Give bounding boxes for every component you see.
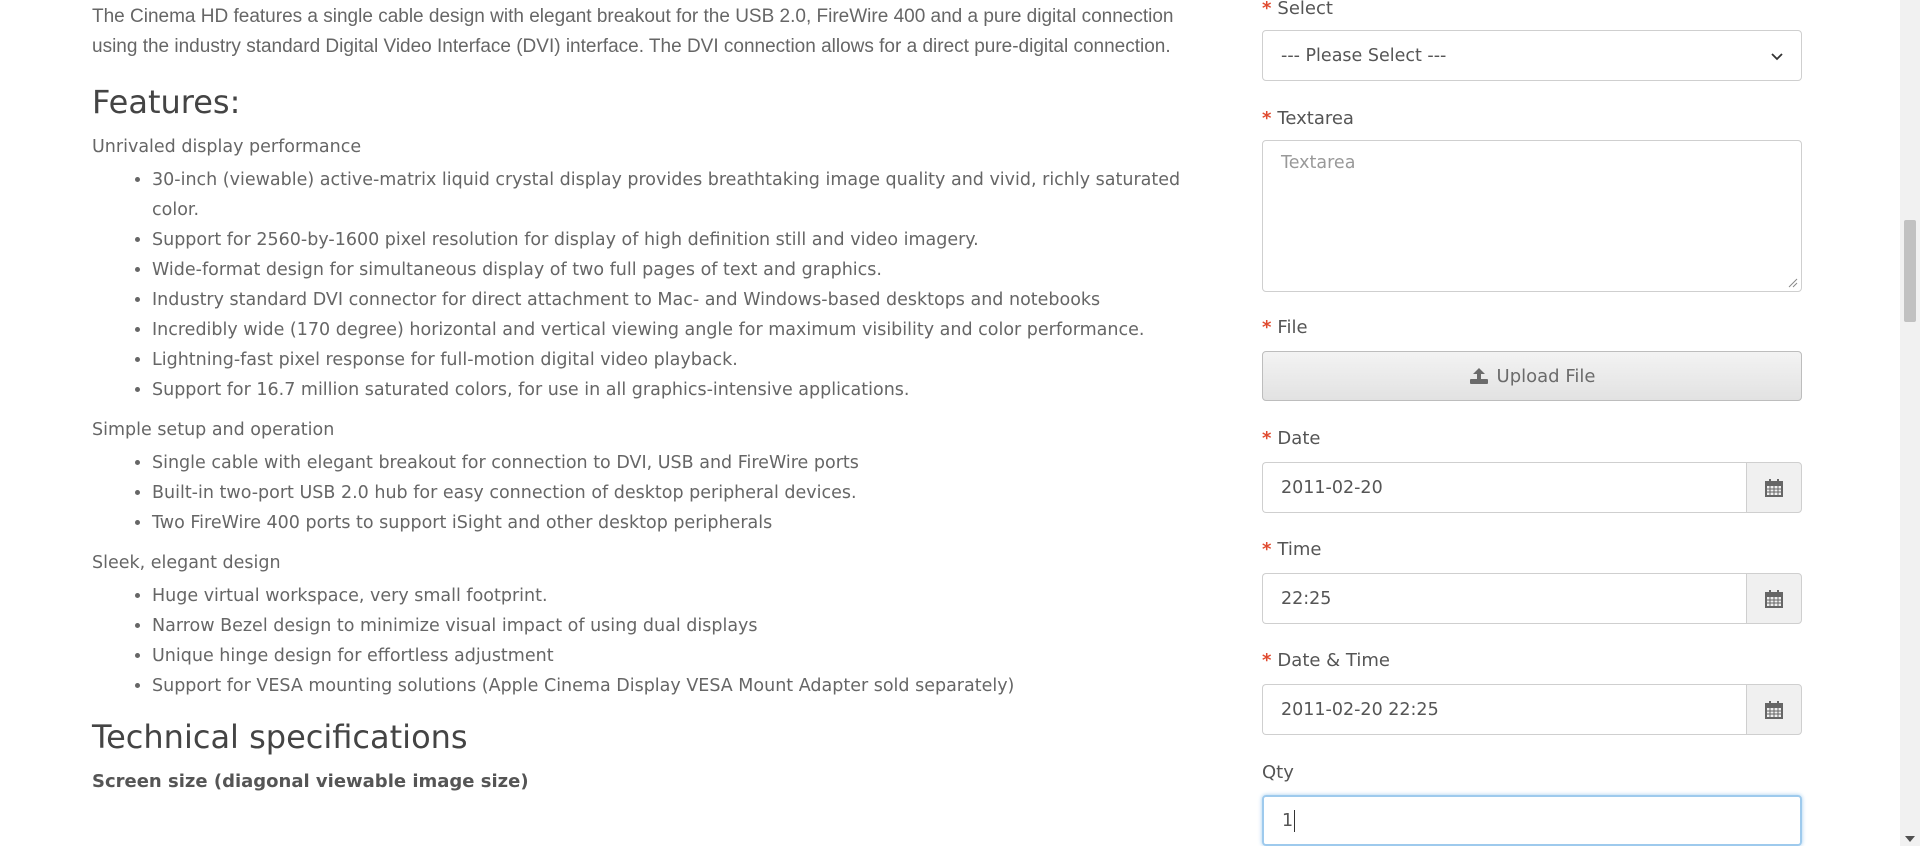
- upload-file-button[interactable]: Upload File: [1262, 351, 1802, 401]
- datetime-input-group: 2011-02-20 22:25: [1262, 684, 1802, 735]
- scroll-down-arrow-icon[interactable]: [1905, 836, 1915, 842]
- select-value: --- Please Select ---: [1281, 45, 1447, 66]
- date-label: * Date: [1262, 428, 1321, 449]
- required-marker: *: [1262, 539, 1272, 560]
- page-scrollbar[interactable]: [1900, 0, 1920, 846]
- calendar-icon: [1765, 478, 1783, 497]
- list-item: Built-in two-port USB 2.0 hub for easy c…: [152, 478, 1222, 508]
- file-label: * File: [1262, 317, 1308, 338]
- list-item: Unique hinge design for effortless adjus…: [152, 641, 1222, 671]
- datetime-label: * Date & Time: [1262, 650, 1390, 671]
- screen-size-label: Screen size (diagonal viewable image siz…: [92, 771, 529, 792]
- list-item: Huge virtual workspace, very small footp…: [152, 581, 1222, 611]
- feature-list: Single cable with elegant breakout for c…: [92, 448, 1222, 538]
- option-select[interactable]: --- Please Select ---: [1262, 30, 1802, 81]
- time-input-group: 22:25: [1262, 573, 1802, 624]
- qty-input[interactable]: 1: [1262, 795, 1802, 846]
- list-item: Wide-format design for simultaneous disp…: [152, 255, 1222, 285]
- list-item: Industry standard DVI connector for dire…: [152, 285, 1222, 315]
- time-label: * Time: [1262, 539, 1322, 560]
- option-textarea[interactable]: Textarea: [1262, 140, 1802, 292]
- select-label: * Select: [1262, 0, 1333, 19]
- calendar-icon: [1765, 700, 1783, 719]
- qty-label: Qty: [1262, 762, 1294, 783]
- time-calendar-button[interactable]: [1746, 573, 1802, 624]
- resize-grip-icon[interactable]: [1788, 278, 1798, 288]
- feature-group-title: Unrivaled display performance: [92, 137, 362, 157]
- scrollbar-thumb[interactable]: [1904, 220, 1916, 322]
- time-input[interactable]: 22:25: [1262, 573, 1746, 624]
- tech-specs-heading: Technical specifications: [92, 718, 468, 756]
- required-marker: *: [1262, 650, 1272, 671]
- chevron-down-icon: [1771, 52, 1783, 60]
- list-item: Lightning-fast pixel response for full-m…: [152, 345, 1222, 375]
- list-item: Narrow Bezel design to minimize visual i…: [152, 611, 1222, 641]
- list-item: Support for 16.7 million saturated color…: [152, 375, 1222, 405]
- qty-value: 1: [1282, 810, 1294, 831]
- required-marker: *: [1262, 0, 1272, 19]
- date-calendar-button[interactable]: [1746, 462, 1802, 513]
- description-intro: The Cinema HD features a single cable de…: [92, 6, 1174, 57]
- list-item: 30-inch (viewable) active-matrix liquid …: [152, 165, 1222, 225]
- upload-icon: [1469, 368, 1488, 384]
- text-cursor: [1294, 809, 1296, 832]
- list-item: Single cable with elegant breakout for c…: [152, 448, 1222, 478]
- features-heading: Features:: [92, 83, 241, 121]
- list-item: Support for VESA mounting solutions (App…: [152, 671, 1222, 701]
- list-item: Incredibly wide (170 degree) horizontal …: [152, 315, 1222, 345]
- feature-list: 30-inch (viewable) active-matrix liquid …: [92, 165, 1222, 405]
- date-input[interactable]: 2011-02-20: [1262, 462, 1746, 513]
- datetime-calendar-button[interactable]: [1746, 684, 1802, 735]
- feature-group-title: Sleek, elegant design: [92, 553, 281, 573]
- product-description: The Cinema HD features a single cable de…: [92, 0, 1222, 792]
- feature-list: Huge virtual workspace, very small footp…: [92, 581, 1222, 701]
- date-input-group: 2011-02-20: [1262, 462, 1802, 513]
- feature-group-title: Simple setup and operation: [92, 420, 335, 440]
- upload-file-label: Upload File: [1496, 365, 1596, 387]
- required-marker: *: [1262, 108, 1272, 129]
- textarea-label: * Textarea: [1262, 108, 1354, 129]
- calendar-icon: [1765, 589, 1783, 608]
- required-marker: *: [1262, 317, 1272, 338]
- required-marker: *: [1262, 428, 1272, 449]
- list-item: Two FireWire 400 ports to support iSight…: [152, 508, 1222, 538]
- datetime-input[interactable]: 2011-02-20 22:25: [1262, 684, 1746, 735]
- list-item: Support for 2560-by-1600 pixel resolutio…: [152, 225, 1222, 255]
- textarea-placeholder: Textarea: [1281, 153, 1356, 173]
